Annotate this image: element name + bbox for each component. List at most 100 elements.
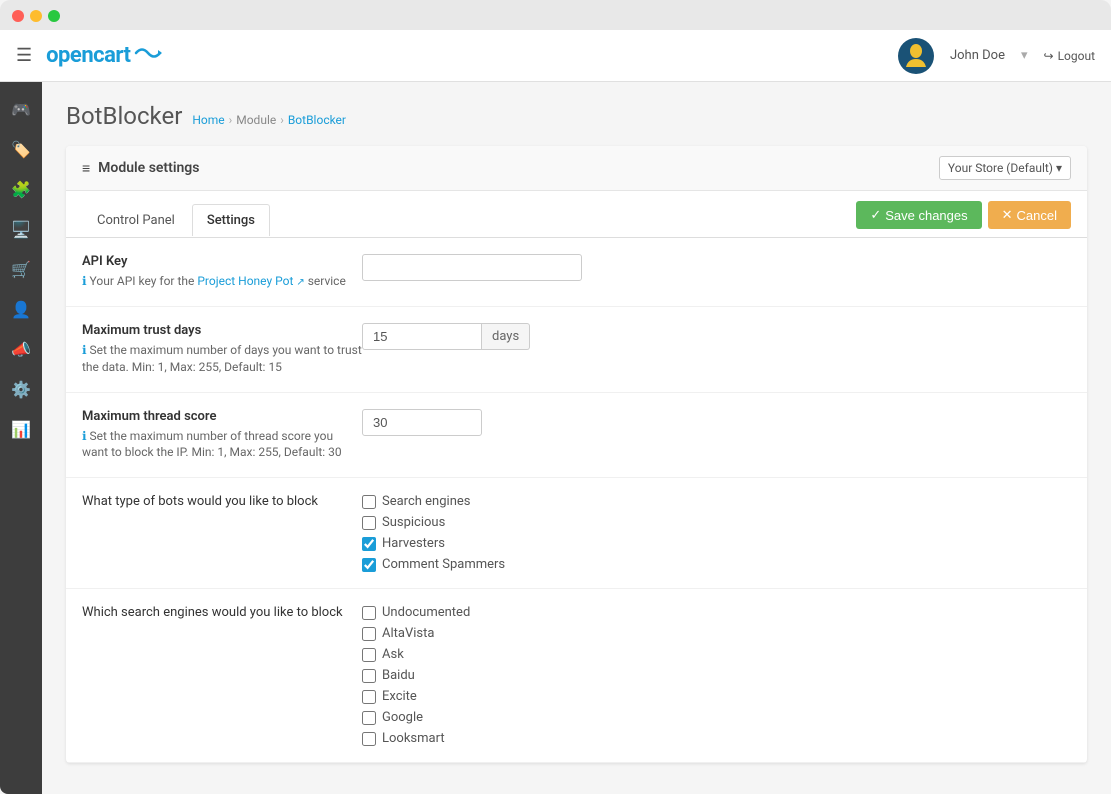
checkbox-undocumented-label: Undocumented xyxy=(382,605,470,620)
sidebar-item-dashboard[interactable]: 🎮 xyxy=(0,90,42,128)
checkbox-google-label: Google xyxy=(382,710,423,725)
checkbox-undocumented[interactable]: Undocumented xyxy=(362,605,1071,620)
checkbox-comment-spammers-label: Comment Spammers xyxy=(382,557,505,572)
max-trust-days-hint: ℹ Set the maximum number of days you wan… xyxy=(82,343,362,374)
tab-actions: ✓ Save changes ✕ Cancel xyxy=(856,201,1071,237)
checkbox-comment-spammers-input[interactable] xyxy=(362,558,376,572)
info-icon-thread: ℹ xyxy=(82,429,87,443)
max-thread-score-title: Maximum thread score xyxy=(82,409,362,424)
checkbox-suspicious-input[interactable] xyxy=(362,516,376,530)
max-trust-days-row: Maximum trust days ℹ Set the maximum num… xyxy=(66,307,1087,393)
checkbox-altavista-label: AltaVista xyxy=(382,626,434,641)
app-wrapper: ☰ opencart John Doe ▾ ↪ Logout xyxy=(0,30,1111,794)
checkbox-ask-input[interactable] xyxy=(362,648,376,662)
project-honey-pot-link[interactable]: Project Honey Pot ↗ xyxy=(197,274,304,288)
sidebar-item-extensions[interactable]: 🧩 xyxy=(0,170,42,208)
api-key-label: API Key ℹ Your API key for the Project H… xyxy=(82,254,362,290)
search-engines-block-title: Which search engines would you like to b… xyxy=(82,605,343,620)
logo-icon xyxy=(134,43,162,68)
checkbox-search-engines[interactable]: Search engines xyxy=(362,494,1071,509)
content-area: 🎮 🏷️ 🧩 🖥️ 🛒 👤 📣 ⚙️ 📊 BotBlocker Home › M… xyxy=(0,82,1111,794)
max-thread-score-input[interactable] xyxy=(362,409,482,436)
user-name: John Doe xyxy=(950,48,1005,63)
api-key-input[interactable] xyxy=(362,254,582,281)
tab-control-panel[interactable]: Control Panel xyxy=(82,204,190,236)
store-select-label: Your Store (Default) ▾ xyxy=(948,161,1062,175)
dot-yellow[interactable] xyxy=(30,10,42,22)
save-changes-button[interactable]: ✓ Save changes xyxy=(856,201,981,229)
api-key-title: API Key xyxy=(82,254,362,269)
checkbox-excite-input[interactable] xyxy=(362,690,376,704)
cancel-button[interactable]: ✕ Cancel xyxy=(988,201,1071,229)
tab-settings-label: Settings xyxy=(207,213,255,228)
checkbox-excite[interactable]: Excite xyxy=(362,689,1071,704)
checkbox-looksmart-input[interactable] xyxy=(362,732,376,746)
card-header: ≡ Module settings Your Store (Default) ▾ xyxy=(66,146,1087,191)
breadcrumb: Home › Module › BotBlocker xyxy=(192,113,346,127)
sidebar-item-design[interactable]: 🖥️ xyxy=(0,210,42,248)
hamburger-menu[interactable]: ☰ xyxy=(16,45,32,66)
sidebar-item-customers[interactable]: 👤 xyxy=(0,290,42,328)
dot-red[interactable] xyxy=(12,10,24,22)
max-trust-days-input[interactable] xyxy=(362,323,482,350)
module-settings-icon: ≡ xyxy=(82,160,90,177)
settings-body: API Key ℹ Your API key for the Project H… xyxy=(66,238,1087,763)
page-title: BotBlocker xyxy=(66,102,182,130)
card-header-title: ≡ Module settings xyxy=(82,160,199,177)
checkbox-comment-spammers[interactable]: Comment Spammers xyxy=(362,557,1071,572)
user-dropdown-icon[interactable]: ▾ xyxy=(1021,48,1028,63)
logo-text: opencart xyxy=(46,43,130,68)
dot-green[interactable] xyxy=(48,10,60,22)
checkbox-baidu-input[interactable] xyxy=(362,669,376,683)
logo: opencart xyxy=(46,43,162,68)
tab-settings[interactable]: Settings xyxy=(192,204,270,236)
top-nav: ☰ opencart John Doe ▾ ↪ Logout xyxy=(0,30,1111,82)
days-addon: days xyxy=(482,323,530,350)
bot-types-title: What type of bots would you like to bloc… xyxy=(82,494,318,509)
checkbox-search-engines-input[interactable] xyxy=(362,495,376,509)
checkbox-ask[interactable]: Ask xyxy=(362,647,1071,662)
checkbox-ask-label: Ask xyxy=(382,647,404,662)
search-engines-row: Which search engines would you like to b… xyxy=(66,589,1087,763)
checkbox-excite-label: Excite xyxy=(382,689,417,704)
logout-label: Logout xyxy=(1058,49,1095,63)
max-trust-days-control: days xyxy=(362,323,1071,350)
sidebar-item-system[interactable]: ⚙️ xyxy=(0,370,42,408)
search-engines-checkboxes: Undocumented AltaVista Ask xyxy=(362,605,1071,746)
checkbox-baidu[interactable]: Baidu xyxy=(362,668,1071,683)
checkbox-altavista[interactable]: AltaVista xyxy=(362,626,1071,641)
checkbox-harvesters-input[interactable] xyxy=(362,537,376,551)
checkbox-harvesters[interactable]: Harvesters xyxy=(362,536,1071,551)
main-content: BotBlocker Home › Module › BotBlocker ≡ … xyxy=(42,82,1111,794)
sidebar-item-sales[interactable]: 🛒 xyxy=(0,250,42,288)
checkbox-altavista-input[interactable] xyxy=(362,627,376,641)
max-trust-days-title: Maximum trust days xyxy=(82,323,362,338)
breadcrumb-home[interactable]: Home xyxy=(192,113,224,127)
bot-types-checkboxes: Search engines Suspicious Harvesters xyxy=(362,494,1071,572)
store-select[interactable]: Your Store (Default) ▾ xyxy=(939,156,1071,180)
window-chrome xyxy=(0,0,1111,30)
api-key-hint: ℹ Your API key for the Project Honey Pot… xyxy=(82,274,346,288)
sidebar-item-catalog[interactable]: 🏷️ xyxy=(0,130,42,168)
bot-types-label: What type of bots would you like to bloc… xyxy=(82,494,362,509)
breadcrumb-sep-2: › xyxy=(280,113,284,127)
max-thread-score-control xyxy=(362,409,1071,436)
checkbox-google[interactable]: Google xyxy=(362,710,1071,725)
bot-types-row: What type of bots would you like to bloc… xyxy=(66,478,1087,589)
logout-button[interactable]: ↪ Logout xyxy=(1044,49,1096,63)
checkbox-looksmart[interactable]: Looksmart xyxy=(362,731,1071,746)
max-thread-score-hint: ℹ Set the maximum number of thread score… xyxy=(82,429,342,460)
breadcrumb-botblocker[interactable]: BotBlocker xyxy=(288,113,346,127)
sidebar-item-marketing[interactable]: 📣 xyxy=(0,330,42,368)
cancel-icon: ✕ xyxy=(1002,207,1013,223)
sidebar-item-reports[interactable]: 📊 xyxy=(0,410,42,448)
max-thread-score-row: Maximum thread score ℹ Set the maximum n… xyxy=(66,393,1087,479)
checkbox-suspicious[interactable]: Suspicious xyxy=(362,515,1071,530)
sidebar: 🎮 🏷️ 🧩 🖥️ 🛒 👤 📣 ⚙️ 📊 xyxy=(0,82,42,794)
tab-control-panel-label: Control Panel xyxy=(97,213,175,228)
checkbox-undocumented-input[interactable] xyxy=(362,606,376,620)
tabs-row: Control Panel Settings ✓ Save changes ✕ … xyxy=(66,191,1087,238)
save-icon: ✓ xyxy=(870,207,881,223)
checkbox-google-input[interactable] xyxy=(362,711,376,725)
checkbox-looksmart-label: Looksmart xyxy=(382,731,445,746)
